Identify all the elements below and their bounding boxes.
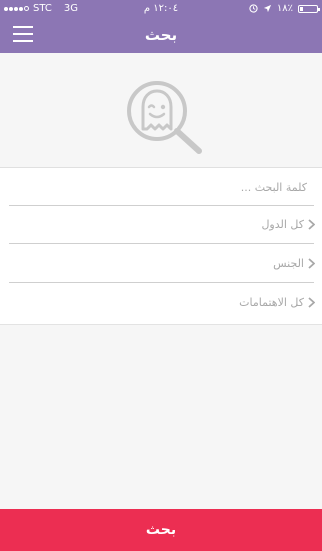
- countries-label: كل الدول: [261, 218, 304, 231]
- status-bar: STC 3G ١٢:٠٤ م ١٨٪: [0, 0, 322, 17]
- chevron-right-icon: [308, 297, 315, 308]
- interests-selector[interactable]: كل الاهتمامات: [9, 284, 315, 321]
- chevron-right-icon: [308, 219, 315, 230]
- nav-bar: بحث: [0, 17, 322, 53]
- search-input[interactable]: [15, 174, 309, 200]
- search-form: كل الدول الجنس كل الاهتمامات: [0, 168, 322, 325]
- countries-selector[interactable]: كل الدول: [9, 206, 315, 244]
- gender-label: الجنس: [273, 257, 304, 270]
- search-button[interactable]: بحث: [0, 509, 322, 551]
- top-bar: STC 3G ١٢:٠٤ م ١٨٪ بحث: [0, 0, 322, 53]
- search-row: [9, 168, 314, 206]
- interests-label: كل الاهتمامات: [239, 296, 304, 309]
- alarm-icon: [249, 4, 258, 13]
- gender-selector[interactable]: الجنس: [9, 245, 315, 283]
- chevron-right-icon: [308, 258, 315, 269]
- ghost-search-logo-icon: [127, 81, 202, 154]
- battery-percent: ١٨٪: [276, 3, 293, 14]
- page-title: بحث: [144, 26, 178, 44]
- status-right: ١٨٪: [249, 0, 320, 17]
- logo-area: [0, 53, 322, 168]
- battery-icon: [298, 4, 320, 13]
- location-arrow-icon: [263, 4, 271, 13]
